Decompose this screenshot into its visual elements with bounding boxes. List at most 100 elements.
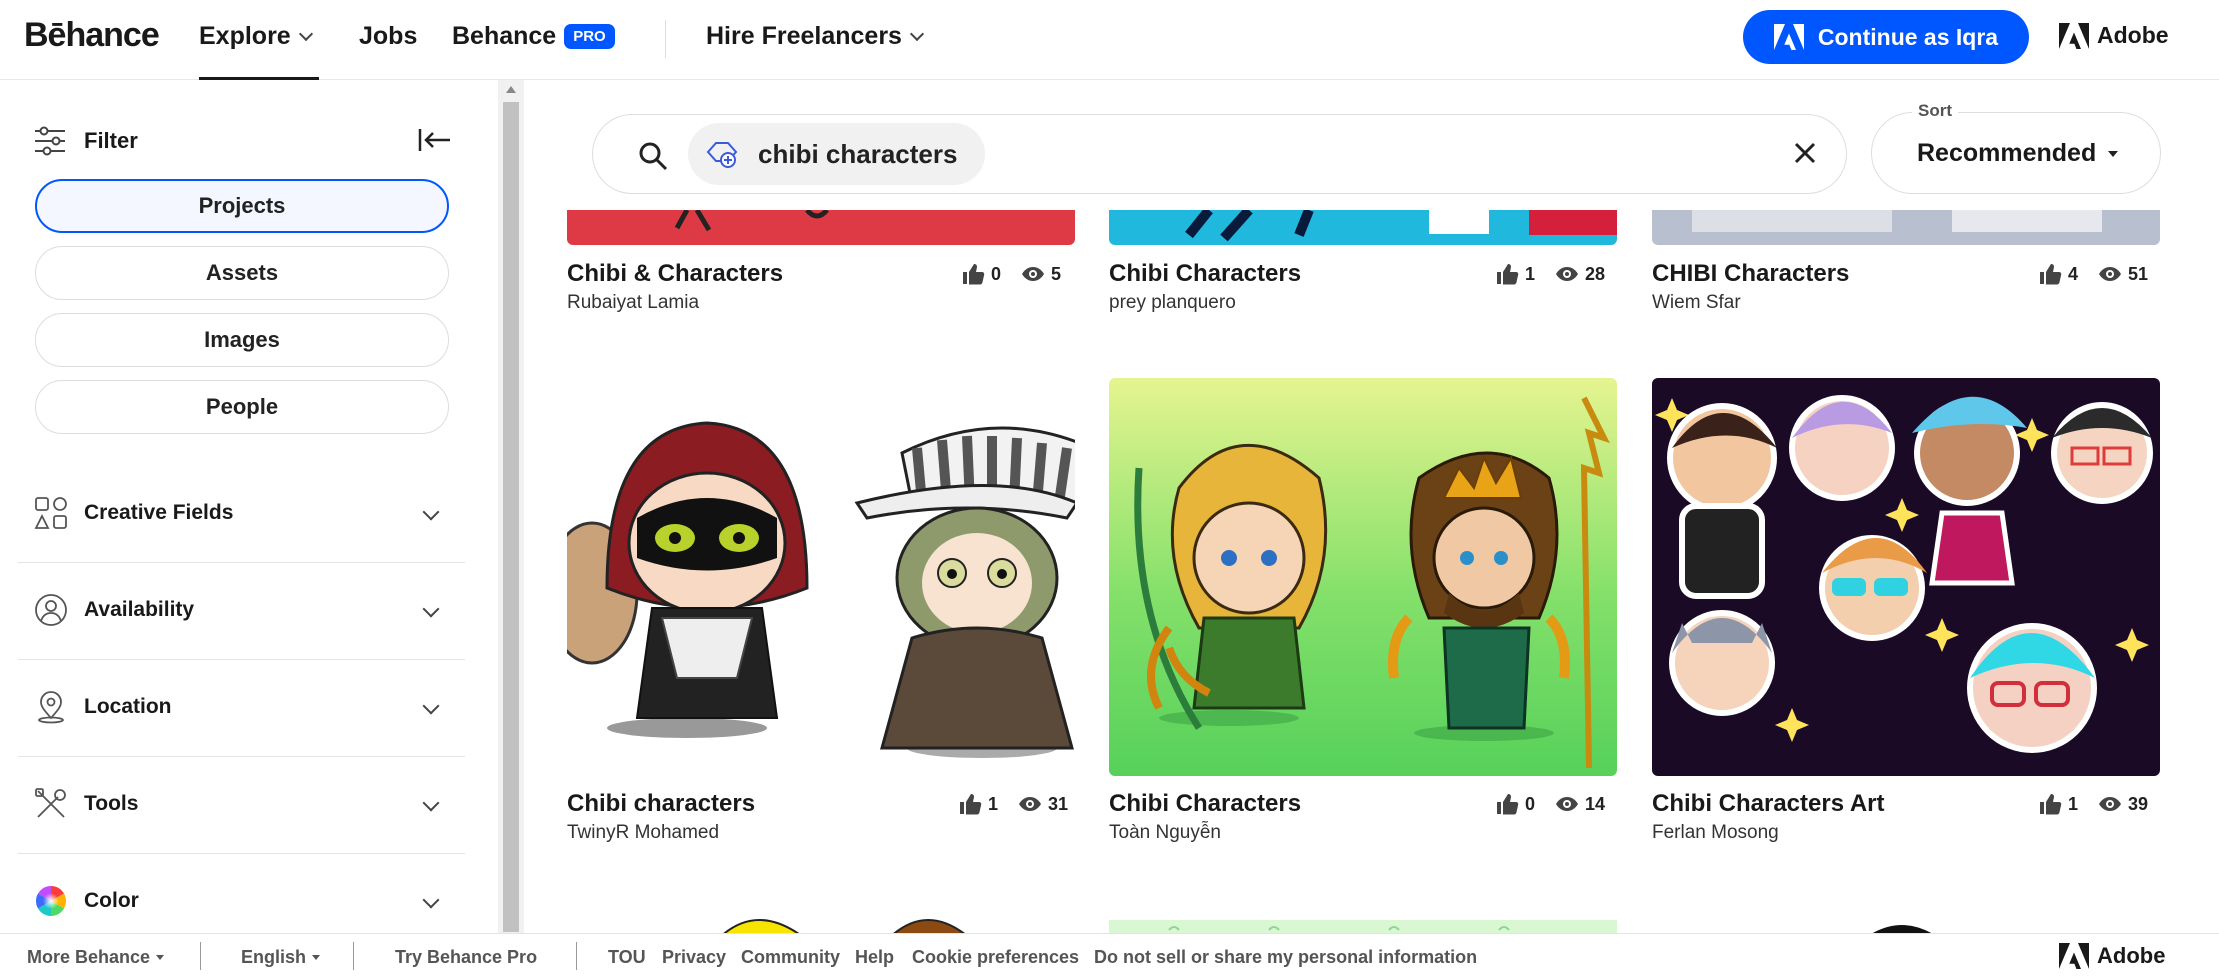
project-owner[interactable]: prey planquero — [1109, 292, 1236, 314]
type-assets-button[interactable]: Assets — [35, 246, 449, 300]
facet-creative-fields-row: Creative Fields — [34, 496, 233, 530]
chevron-down-icon — [298, 26, 313, 42]
facet-tools-row: Tools — [34, 787, 138, 821]
sidebar-scrollbar[interactable] — [498, 80, 524, 933]
clear-search-icon[interactable] — [1792, 140, 1818, 166]
project-stats: 1 39 — [2038, 793, 2148, 815]
eye-icon — [1022, 267, 1045, 281]
chevron-down-icon — [422, 891, 440, 909]
facet-location[interactable]: Location — [18, 660, 465, 757]
appreciate-icon — [963, 264, 985, 285]
sort-label: Sort — [1912, 101, 1958, 121]
pro-badge: PRO — [564, 24, 615, 49]
facet-availability[interactable]: Availability — [18, 563, 465, 660]
project-title[interactable]: Chibi & Characters — [567, 260, 783, 288]
project-owner[interactable]: Ferlan Mosong — [1652, 822, 1779, 844]
sort-dropdown[interactable]: Sort Recommended — [1871, 101, 2161, 194]
search-bar[interactable]: chibi characters — [592, 114, 1847, 194]
sort-value-text: Recommended — [1917, 139, 2097, 167]
scroll-up-arrow-icon[interactable] — [506, 86, 516, 93]
project-title[interactable]: Chibi characters — [567, 790, 755, 818]
project-thumbnail[interactable] — [1109, 210, 1617, 245]
footer-try-pro[interactable]: Try Behance Pro — [395, 947, 537, 968]
project-thumbnail[interactable] — [1652, 910, 2160, 933]
project-thumbnail[interactable] — [1652, 378, 2160, 776]
nav-hire-freelancers[interactable]: Hire Freelancers — [706, 22, 925, 51]
likes-count: 4 — [2068, 263, 2079, 284]
type-images-button[interactable]: Images — [35, 313, 449, 367]
type-people-button[interactable]: People — [35, 380, 449, 434]
project-title[interactable]: Chibi Characters — [1109, 790, 1301, 818]
nav-jobs[interactable]: Jobs — [359, 22, 417, 51]
footer-do-not-sell[interactable]: Do not sell or share my personal informa… — [1094, 947, 1477, 968]
project-stats: 4 51 — [2038, 263, 2148, 285]
collapse-sidebar-icon[interactable] — [418, 126, 452, 154]
project-owner[interactable]: Rubaiyat Lamia — [567, 292, 699, 314]
thumbnail-art — [1134, 396, 1610, 769]
location-pin-icon — [38, 691, 64, 724]
caret-down-icon — [312, 955, 321, 960]
project-title[interactable]: Chibi Characters Art — [1652, 790, 1885, 818]
footer-help[interactable]: Help — [855, 947, 894, 968]
facet-color[interactable]: Color — [18, 854, 465, 933]
project-stats: 0 14 — [1495, 793, 1605, 815]
project-thumbnail[interactable] — [567, 910, 1075, 933]
top-nav: Bēhance Explore Jobs Behance PRO Hire Fre… — [0, 0, 2219, 80]
facet-tools[interactable]: Tools — [18, 757, 465, 854]
views-count: 5 — [1051, 263, 1062, 284]
appreciate-icon — [2040, 264, 2062, 285]
footer-cookie-preferences[interactable]: Cookie preferences — [912, 947, 1079, 968]
footer-tou[interactable]: TOU — [608, 947, 646, 968]
chevron-down-icon — [422, 600, 440, 618]
footer-language[interactable]: English — [241, 947, 321, 968]
likes-count: 0 — [991, 263, 1002, 284]
nav-behance-pro[interactable]: Behance PRO — [452, 22, 615, 52]
eye-icon — [2099, 797, 2122, 811]
nav-divider — [665, 20, 666, 58]
type-projects-button[interactable]: Projects — [35, 179, 449, 233]
person-circle-icon — [35, 594, 67, 626]
nav-explore[interactable]: Explore — [199, 22, 313, 51]
facet-label: Tools — [84, 792, 139, 815]
footer-divider — [200, 942, 201, 970]
eye-icon — [1556, 267, 1579, 281]
facet-creative-fields[interactable]: Creative Fields — [18, 466, 465, 563]
adobe-logo-icon — [2059, 22, 2089, 49]
add-to-moodboard-icon — [706, 142, 738, 168]
footer-community[interactable]: Community — [741, 947, 840, 968]
scrollbar-thumb[interactable] — [503, 102, 519, 932]
caret-down-icon — [156, 955, 165, 960]
project-thumbnail[interactable] — [1109, 378, 1617, 776]
project-thumbnail[interactable] — [567, 210, 1075, 245]
continue-as-button[interactable]: Continue as Iqra — [1743, 10, 2029, 64]
project-owner[interactable]: TwinyR Mohamed — [567, 822, 719, 844]
thumbnail-art — [1655, 395, 2153, 753]
footer-more-label: More Behance — [27, 947, 151, 967]
search-query-chip[interactable]: chibi characters — [688, 123, 986, 185]
project-thumbnail[interactable] — [1652, 210, 2160, 245]
views-count: 51 — [2128, 263, 2149, 284]
adobe-link[interactable]: Adobe — [2059, 22, 2169, 49]
caret-down-icon — [2108, 151, 2119, 157]
adobe-label: Adobe — [2097, 22, 2169, 48]
search-icon[interactable] — [638, 141, 668, 171]
project-thumbnail[interactable] — [1109, 910, 1617, 933]
footer-adobe-logo[interactable]: Adobe — [2059, 943, 2165, 969]
project-stats: 1 28 — [1495, 263, 1605, 285]
views-count: 31 — [1048, 793, 1069, 814]
footer-more-behance[interactable]: More Behance — [27, 947, 165, 968]
nav-explore-label: Explore — [199, 22, 291, 50]
project-title[interactable]: Chibi Characters — [1109, 260, 1301, 288]
chevron-down-icon — [422, 697, 440, 715]
filter-sliders-icon — [35, 126, 65, 156]
footer-privacy[interactable]: Privacy — [662, 947, 726, 968]
views-count: 39 — [2128, 793, 2149, 814]
project-owner[interactable]: Toàn Nguyễn — [1109, 822, 1221, 844]
project-title[interactable]: CHIBI Characters — [1652, 260, 1849, 288]
filter-label: Filter — [84, 128, 138, 153]
project-thumbnail[interactable] — [567, 378, 1075, 776]
color-wheel-icon — [35, 886, 67, 916]
behance-logo[interactable]: Bēhance — [24, 16, 160, 55]
project-owner[interactable]: Wiem Sfar — [1652, 292, 1741, 314]
likes-count: 1 — [988, 793, 999, 814]
